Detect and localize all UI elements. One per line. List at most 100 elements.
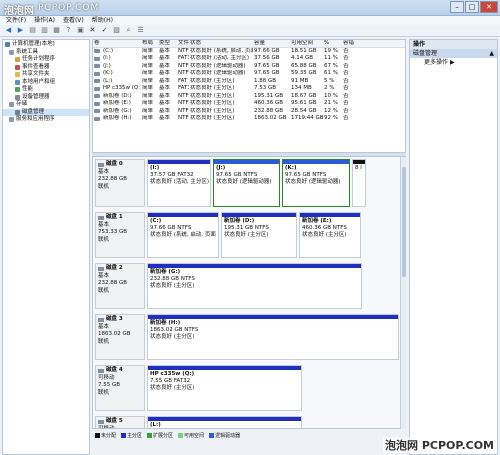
disk-label[interactable]: 磁盘 2 基本 232.88 GB 联机	[95, 263, 145, 309]
menu-file[interactable]: 文件(F)	[6, 16, 26, 25]
tree-item-services-apps[interactable]: 服务和应用程序	[3, 116, 89, 124]
table-cell: 简单	[142, 70, 154, 76]
volume-label: 新加卷 (D:)	[103, 92, 132, 99]
partition[interactable]: (I:) 37.57 GB FAT32 状态良好 (活动, 主分区)	[147, 159, 211, 207]
back-icon[interactable]: ◀	[4, 26, 13, 35]
tree-item-performance[interactable]: 性能	[3, 86, 89, 94]
menu-action[interactable]: 操作(A)	[34, 16, 55, 25]
partition[interactable]: 新加卷 (H:) 1863.02 GB NTFS 状态良好 (主分区)	[147, 314, 399, 360]
table-row[interactable]: 新加卷 (E:) 简单基本 NTFS状态良好 (主分区) 460.36 GB 95.61…	[93, 100, 405, 108]
collapse-icon[interactable]: ▲	[489, 49, 494, 58]
title-bar: 泡泡网 PCPOP.COM – □ ✕	[0, 0, 500, 17]
tree-item-task-scheduler[interactable]: 任务计划程序	[3, 56, 89, 64]
partition[interactable]: 8 I	[352, 159, 366, 207]
table-row[interactable]: (K:) 简单基本 NTFS状态良好 (逻辑驱动器) 97.65 GB 59.35 GB…	[93, 70, 405, 78]
tree-item-local-users[interactable]: 本地用户和组	[3, 79, 89, 87]
table-row[interactable]: 新加卷 (D:) 简单基本 NTFS状态良好 (主分区) 195.31 GB 18.67…	[93, 93, 405, 101]
help-icon[interactable]: ?	[64, 26, 73, 35]
partition-line2: 状态良好 (主分区)	[150, 385, 195, 392]
table-row[interactable]: 新加卷 (H:) 简单基本 NTFS状态良好 (主分区) 1863.02 GB 1719…	[93, 115, 405, 123]
table-cell: 状态良好 (主分区)	[190, 115, 235, 121]
partition-type-bar	[300, 213, 360, 217]
table-cell: 134 MB	[291, 85, 312, 91]
partition[interactable]: (L:)	[147, 416, 302, 428]
table-cell: 否	[343, 100, 349, 106]
table-cell: 61 %	[324, 70, 338, 76]
column-filesystem[interactable]: 文件	[177, 40, 189, 47]
scrollbar-thumb[interactable]	[402, 167, 406, 277]
table-cell: 97.66 GB	[254, 47, 280, 54]
minimize-button[interactable]: –	[450, 1, 464, 13]
table-row[interactable]: (C:) 简单基本 NTFS状态良好 (系统, 启动, 页面文件...97.66 G…	[93, 48, 405, 56]
column-percent-free[interactable]: %	[323, 40, 342, 47]
more-actions[interactable]: 更多操作 ▶	[410, 58, 497, 67]
table-cell: 1.88 GB	[254, 77, 277, 84]
partition[interactable]: (J:) 97.65 GB NTFS 状态良好 (逻辑驱动器)	[213, 159, 280, 207]
tree-item-device-manager[interactable]: 设备管理器	[3, 94, 89, 102]
partition[interactable]: 新加卷 (D:) 195.31 GB NTFS 状态良好 (主分区)	[221, 212, 297, 258]
column-type[interactable]: 类型	[158, 40, 177, 47]
table-row[interactable]: (I:) 简单基本 FAT32状态良好 (活动, 主分区) 37.56 GB 4.14 …	[93, 55, 405, 63]
partition[interactable]: (C:) 97.66 GB NTFS 状态良好 (系统, 启动, 页面	[147, 212, 219, 258]
table-cell: 28.54 GB	[291, 107, 317, 114]
forward-icon[interactable]: ▶	[16, 26, 25, 35]
refresh-icon[interactable]: ▣	[76, 26, 85, 35]
toolbar: ◀ ▶ ▤ ▥ ▦ ? ▣ ✕ ✓ ▧ ⌕ ☰	[0, 25, 500, 37]
tree-item-computer-management[interactable]: 计算机管理(本地)	[3, 41, 89, 49]
console-tree-icon[interactable]: ▥	[40, 26, 49, 35]
column-status[interactable]: 状态	[189, 40, 253, 47]
partition[interactable]: (K:) 97.65 GB NTFS 状态良好 (逻辑驱动器)	[282, 159, 350, 207]
column-capacity[interactable]: 容量	[253, 40, 290, 47]
disk-map-scrollbar[interactable]	[400, 157, 406, 429]
disk-label[interactable]: 磁盘 4 可移动 7.55 GB 联机	[95, 365, 145, 411]
volume-name: 新加卷 (G:)	[93, 108, 141, 116]
table-cell: 10 %	[324, 92, 338, 99]
search-icon[interactable]: ⌕	[124, 26, 133, 35]
actions-section-disk-management[interactable]: 磁盘管理 ▲	[410, 49, 497, 58]
column-fault-tolerance[interactable]: 容错	[342, 40, 356, 47]
column-volume[interactable]: 卷	[93, 40, 141, 47]
close-button[interactable]: ✕	[480, 1, 498, 13]
table-row[interactable]: HP c335w (Q:)简单基本 FAT32状态良好 (主分区) 7.53 GB 1…	[93, 85, 405, 93]
table-cell: 232.88 GB	[254, 107, 284, 114]
tree-item-event-viewer[interactable]: 事件查看器	[3, 64, 89, 72]
table-row[interactable]: 新加卷 (G:) 简单基本 NTFS状态良好 (主分区) 232.88 GB 28.54…	[93, 108, 405, 116]
disk-icon	[98, 215, 104, 220]
column-layout[interactable]: 布局	[141, 40, 158, 47]
properties-icon[interactable]: ▦	[52, 26, 61, 35]
menu-help[interactable]: 帮助(H)	[92, 16, 113, 25]
disk-row: 磁盘 2 基本 232.88 GB 联机 新加卷 (G:) 232.88 GB NTFS 状…	[95, 263, 393, 309]
disk-label[interactable]: 磁盘 0 基本 232.88 GB 联机	[95, 159, 145, 207]
table-cell: 37.56 GB	[254, 55, 280, 61]
table-cell: 92 %	[324, 115, 338, 121]
table-cell: 简单	[142, 92, 154, 99]
disk-label[interactable]: 磁盘 1 基本 753.33 GB 联机	[95, 212, 145, 258]
table-cell: 基本	[159, 77, 171, 84]
disk-label[interactable]: 磁盘 5 可移动	[95, 416, 145, 428]
tree-item-shared-folders[interactable]: 共享文件夹	[3, 71, 89, 79]
open-icon[interactable]: ▧	[112, 26, 121, 35]
table-cell: 基本	[159, 47, 171, 54]
disk-label[interactable]: 磁盘 3 基本 1863.02 GB 联机	[95, 314, 145, 360]
up-icon[interactable]: ▤	[28, 26, 37, 35]
checkmark-icon[interactable]: ✓	[100, 26, 109, 35]
tree-item-storage[interactable]: 存储	[3, 101, 89, 109]
device-icon	[15, 94, 20, 100]
partition[interactable]: 新加卷 (G:) 232.88 GB NTFS 状态良好 (主分区)	[147, 263, 362, 309]
partition[interactable]: 新加卷 (E:) 460.36 GB NTFS 状态良好 (主分区)	[299, 212, 361, 258]
table-cell: 19 %	[324, 47, 338, 54]
column-free-space[interactable]: 可用空间	[290, 40, 323, 47]
maximize-button[interactable]: □	[465, 1, 479, 13]
table-row[interactable]: (J:) 简单基本 NTFS状态良好 (逻辑驱动器) 97.65 GB 65.88 GB…	[93, 63, 405, 71]
performance-icon	[15, 87, 20, 93]
menu-view[interactable]: 查看(V)	[63, 16, 84, 25]
tree-item-system-tools[interactable]: 系统工具	[3, 49, 89, 57]
table-cell: 7.53 GB	[254, 85, 277, 91]
tree-item-disk-management[interactable]: 磁盘管理	[3, 108, 89, 116]
legend-item: 扩展分区	[147, 432, 173, 439]
table-row[interactable]: (L:) 简单 基本 FAT 状态良好 (主分区) 1.88 GB 91 MB 5 % 否	[93, 78, 405, 86]
list-icon[interactable]: ☰	[136, 26, 145, 35]
partition-type-bar	[222, 213, 296, 217]
partition[interactable]: HP c335w (Q:) 7.55 GB FAT32 状态良好 (主分区)	[147, 365, 302, 411]
delete-icon[interactable]: ✕	[88, 26, 97, 35]
